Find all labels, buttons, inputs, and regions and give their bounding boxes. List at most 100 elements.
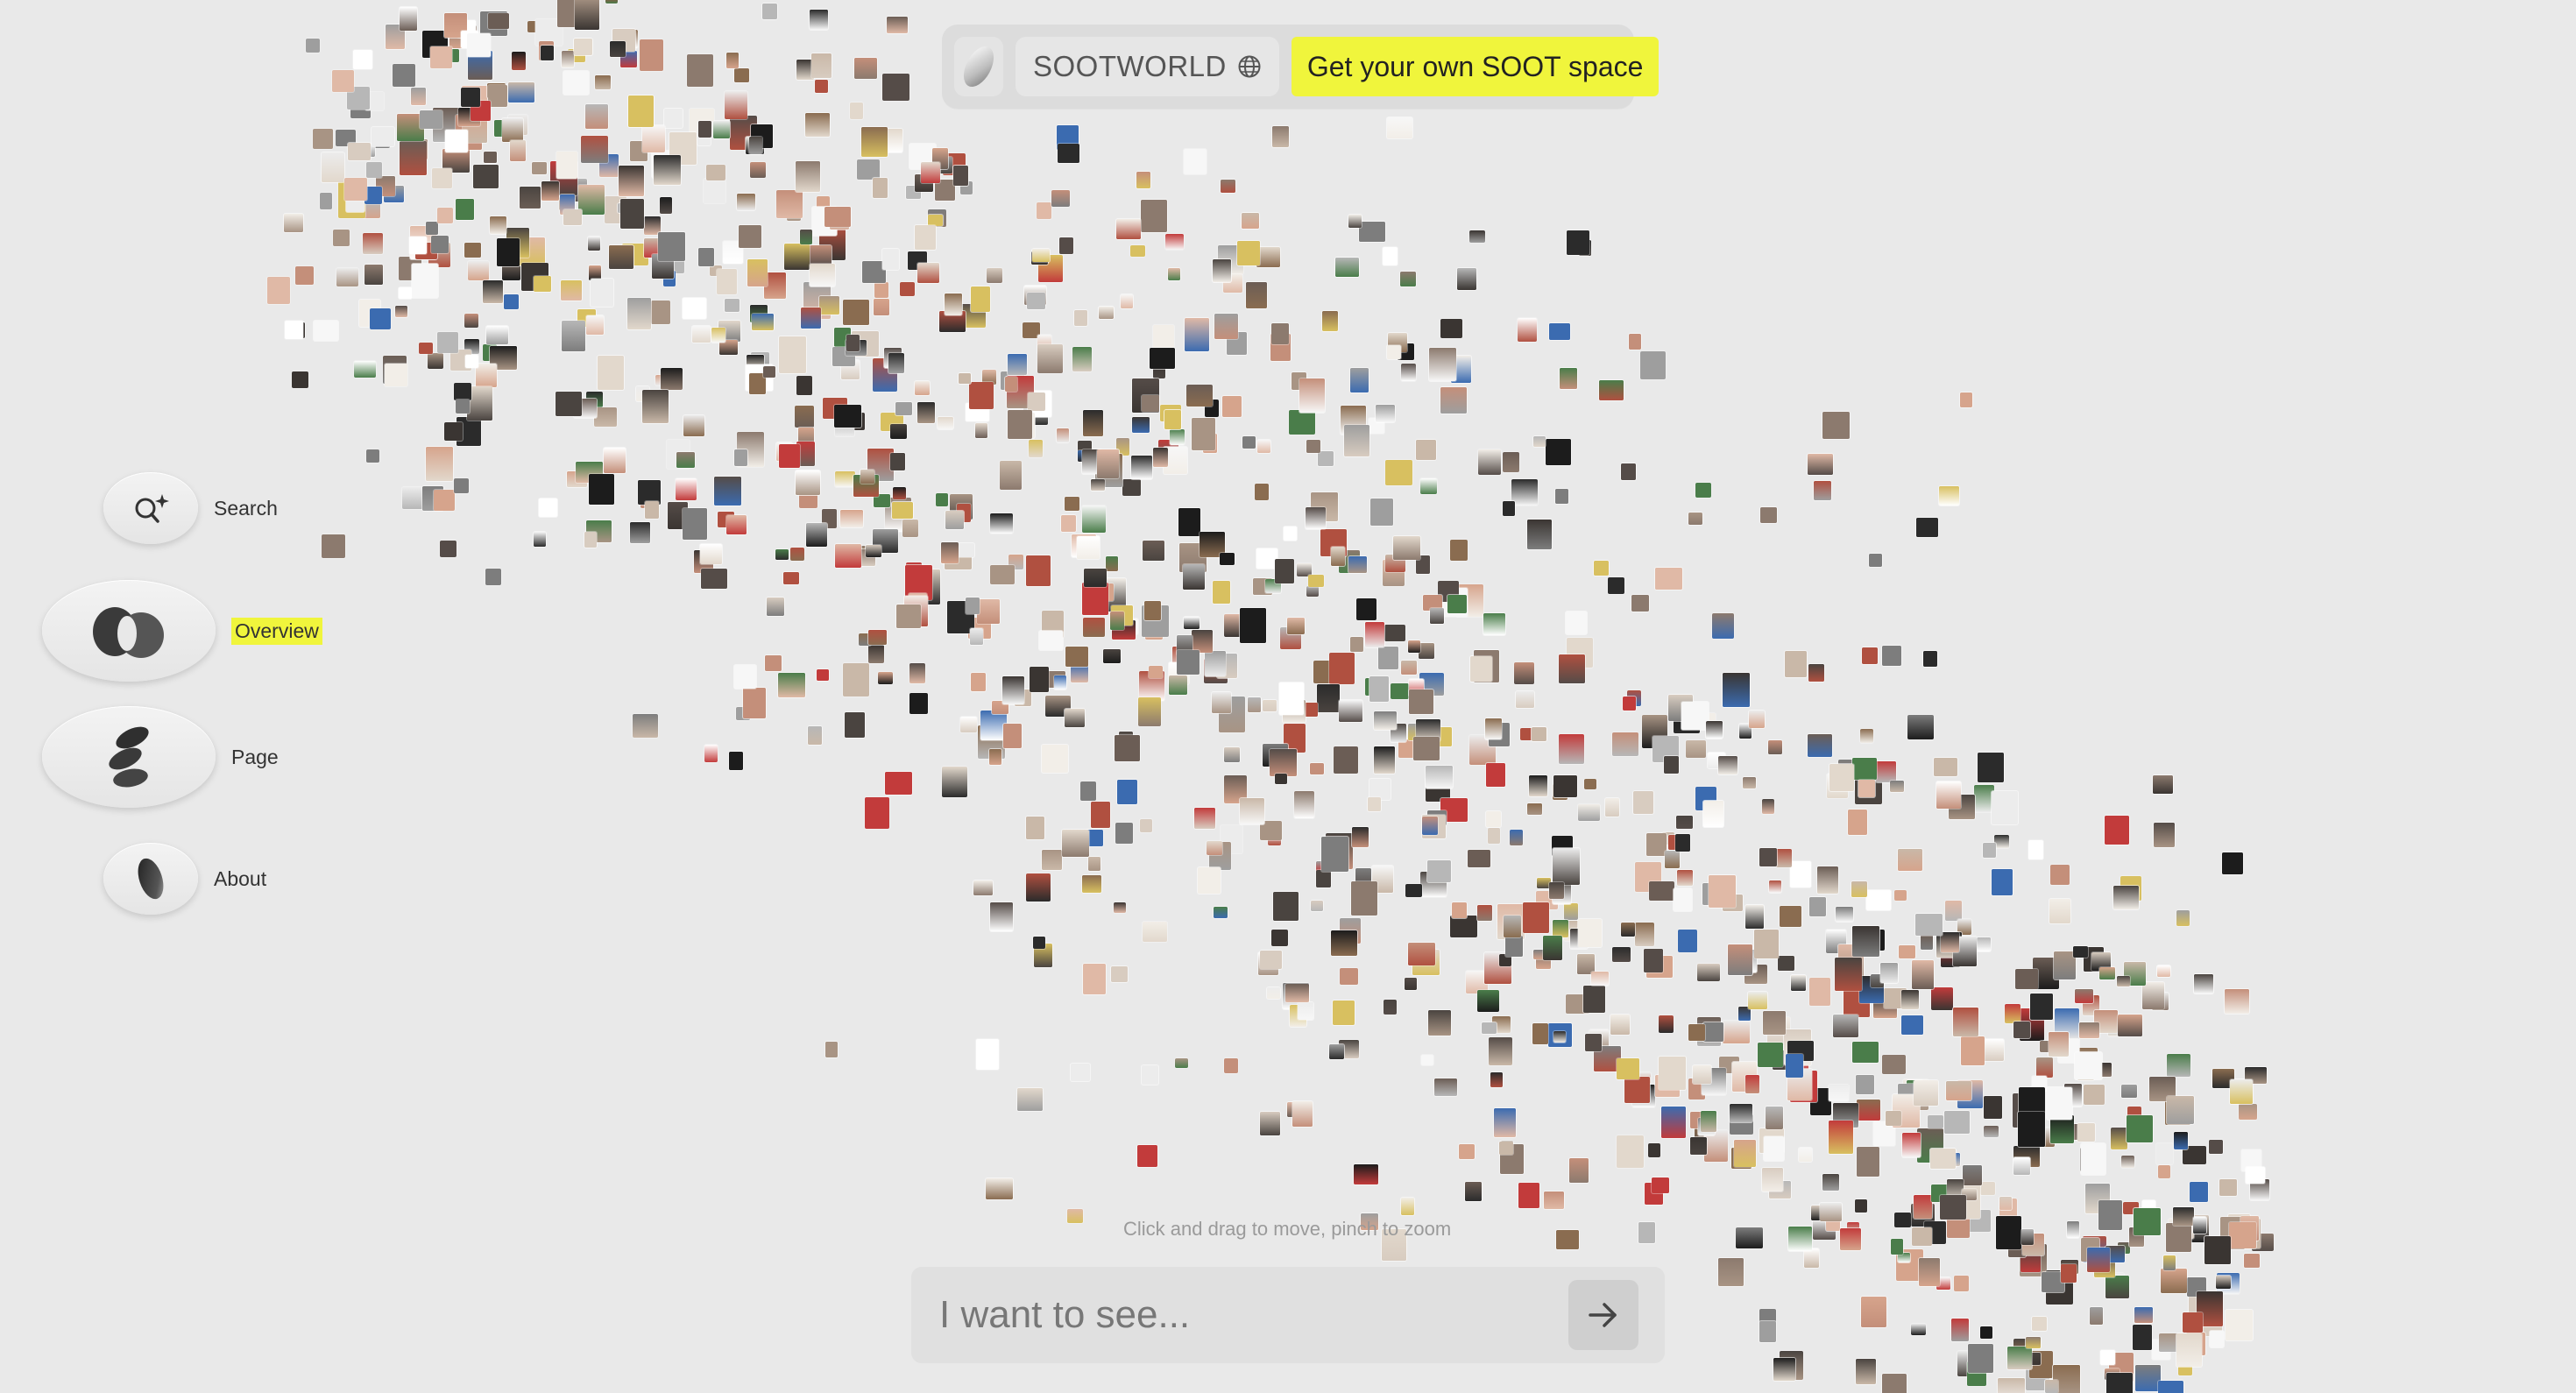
cloud-thumbnail[interactable] [1902, 1133, 1921, 1157]
cloud-thumbnail[interactable] [1352, 827, 1369, 847]
cloud-thumbnail[interactable] [2067, 1221, 2079, 1238]
cloud-thumbnail[interactable] [1862, 647, 1878, 664]
cloud-thumbnail[interactable] [1065, 647, 1088, 667]
cloud-thumbnail[interactable] [1017, 1088, 1043, 1111]
cloud-thumbnail[interactable] [539, 499, 557, 517]
cloud-thumbnail[interactable] [633, 714, 658, 738]
cloud-thumbnail[interactable] [1137, 1145, 1157, 1167]
cloud-thumbnail[interactable] [1333, 1001, 1355, 1025]
cloud-thumbnail[interactable] [1621, 463, 1636, 480]
cloud-thumbnail[interactable] [1178, 508, 1200, 536]
cloud-thumbnail[interactable] [426, 447, 453, 481]
cloud-thumbnail[interactable] [1809, 978, 1830, 1006]
cloud-thumbnail[interactable] [1489, 1037, 1512, 1065]
cloud-thumbnail[interactable] [1915, 914, 1943, 936]
cloud-thumbnail[interactable] [890, 453, 905, 470]
cloud-thumbnail[interactable] [1027, 293, 1045, 309]
cloud-thumbnail[interactable] [2081, 1143, 2105, 1175]
cloud-thumbnail[interactable] [2153, 775, 2173, 794]
cloud-thumbnail[interactable] [1224, 1058, 1238, 1073]
cloud-thumbnail[interactable] [1140, 819, 1152, 832]
cloud-thumbnail[interactable] [1914, 1195, 1932, 1219]
cloud-thumbnail[interactable] [1143, 541, 1164, 561]
cloud-thumbnail[interactable] [1860, 729, 1873, 743]
cloud-thumbnail[interactable] [725, 299, 740, 312]
cloud-thumbnail[interactable] [2156, 1143, 2173, 1164]
cloud-thumbnail[interactable] [1940, 1195, 1966, 1220]
cloud-thumbnail[interactable] [1764, 1136, 1784, 1161]
cloud-thumbnail[interactable] [1478, 449, 1501, 475]
cloud-thumbnail[interactable] [1486, 811, 1501, 827]
cloud-thumbnail[interactable] [1477, 990, 1499, 1012]
cloud-thumbnail[interactable] [426, 222, 438, 235]
cloud-thumbnail[interactable] [1255, 484, 1269, 500]
cloud-thumbnail[interactable] [971, 673, 986, 691]
cloud-thumbnail[interactable] [835, 471, 855, 487]
cloud-thumbnail[interactable] [921, 162, 940, 183]
cloud-thumbnail[interactable] [2121, 1156, 2134, 1168]
cloud-thumbnail[interactable] [1083, 964, 1106, 994]
cloud-thumbnail[interactable] [808, 726, 822, 745]
cloud-thumbnail[interactable] [353, 50, 372, 69]
cloud-thumbnail[interactable] [1564, 903, 1578, 920]
cloud-thumbnail[interactable] [1032, 249, 1050, 262]
cloud-thumbnail[interactable] [806, 523, 827, 547]
cloud-thumbnail[interactable] [917, 263, 939, 283]
prompt-input[interactable] [938, 1292, 1568, 1338]
cloud-thumbnail[interactable] [1065, 709, 1085, 727]
cloud-thumbnail[interactable] [486, 326, 508, 344]
cloud-thumbnail[interactable] [563, 71, 589, 95]
nav-item-about[interactable]: About [103, 843, 266, 915]
cloud-thumbnail[interactable] [729, 752, 743, 770]
cloud-thumbnail[interactable] [627, 298, 651, 329]
cloud-thumbnail[interactable] [430, 46, 452, 68]
cloud-thumbnail[interactable] [882, 74, 909, 101]
cloud-thumbnail[interactable] [1002, 676, 1024, 704]
cloud-thumbnail[interactable] [1260, 1112, 1280, 1135]
cloud-thumbnail[interactable] [1272, 126, 1289, 147]
cloud-thumbnail[interactable] [1000, 461, 1022, 490]
cloud-thumbnail[interactable] [1635, 923, 1654, 946]
cloud-thumbnail[interactable] [1566, 612, 1587, 634]
cloud-thumbnail[interactable] [790, 548, 804, 561]
cloud-thumbnail[interactable] [2084, 1085, 2105, 1105]
cloud-thumbnail[interactable] [1344, 425, 1369, 456]
cloud-thumbnail[interactable] [1748, 992, 1767, 1009]
cloud-thumbnail[interactable] [1939, 486, 1959, 506]
cloud-thumbnail[interactable] [1106, 556, 1118, 571]
cloud-thumbnail[interactable] [819, 296, 839, 315]
cloud-thumbnail[interactable] [1029, 440, 1043, 457]
cloud-thumbnail[interactable] [1485, 718, 1502, 739]
cloud-thumbnail[interactable] [902, 520, 918, 537]
cloud-thumbnail[interactable] [1578, 804, 1600, 821]
cloud-thumbnail[interactable] [284, 214, 303, 232]
cloud-thumbnail[interactable] [1549, 882, 1564, 899]
cloud-thumbnail[interactable] [2176, 1333, 2202, 1367]
cloud-thumbnail[interactable] [676, 478, 697, 500]
cloud-thumbnail[interactable] [2229, 1222, 2256, 1248]
cloud-thumbnail[interactable] [1062, 830, 1089, 857]
cloud-thumbnail[interactable] [640, 39, 663, 71]
cloud-thumbnail[interactable] [2105, 1276, 2129, 1298]
cloud-thumbnail[interactable] [581, 136, 608, 163]
cloud-thumbnail[interactable] [2030, 993, 2053, 1020]
cloud-thumbnail[interactable] [1317, 684, 1340, 712]
cloud-thumbnail[interactable] [2134, 1307, 2153, 1323]
cloud-thumbnail[interactable] [1829, 764, 1854, 791]
cloud-thumbnail[interactable] [1690, 1137, 1707, 1155]
cloud-thumbnail[interactable] [1546, 439, 1571, 465]
cloud-thumbnail[interactable] [1130, 245, 1145, 257]
cloud-thumbnail[interactable] [1378, 647, 1398, 669]
cloud-thumbnail[interactable] [882, 249, 899, 270]
cloud-thumbnail[interactable] [1083, 410, 1103, 436]
cloud-thumbnail[interactable] [1911, 1324, 1926, 1335]
cloud-thumbnail[interactable] [2106, 1373, 2133, 1393]
cloud-thumbnail[interactable] [1936, 781, 1961, 809]
cloud-thumbnail[interactable] [1115, 735, 1140, 761]
cloud-thumbnail[interactable] [1037, 344, 1063, 373]
cloud-thumbnail[interactable] [595, 75, 611, 89]
cloud-thumbnail[interactable] [1084, 569, 1107, 587]
cloud-thumbnail[interactable] [1706, 721, 1723, 739]
cloud-thumbnail[interactable] [2105, 816, 2129, 845]
cloud-thumbnail[interactable] [1916, 518, 1938, 537]
